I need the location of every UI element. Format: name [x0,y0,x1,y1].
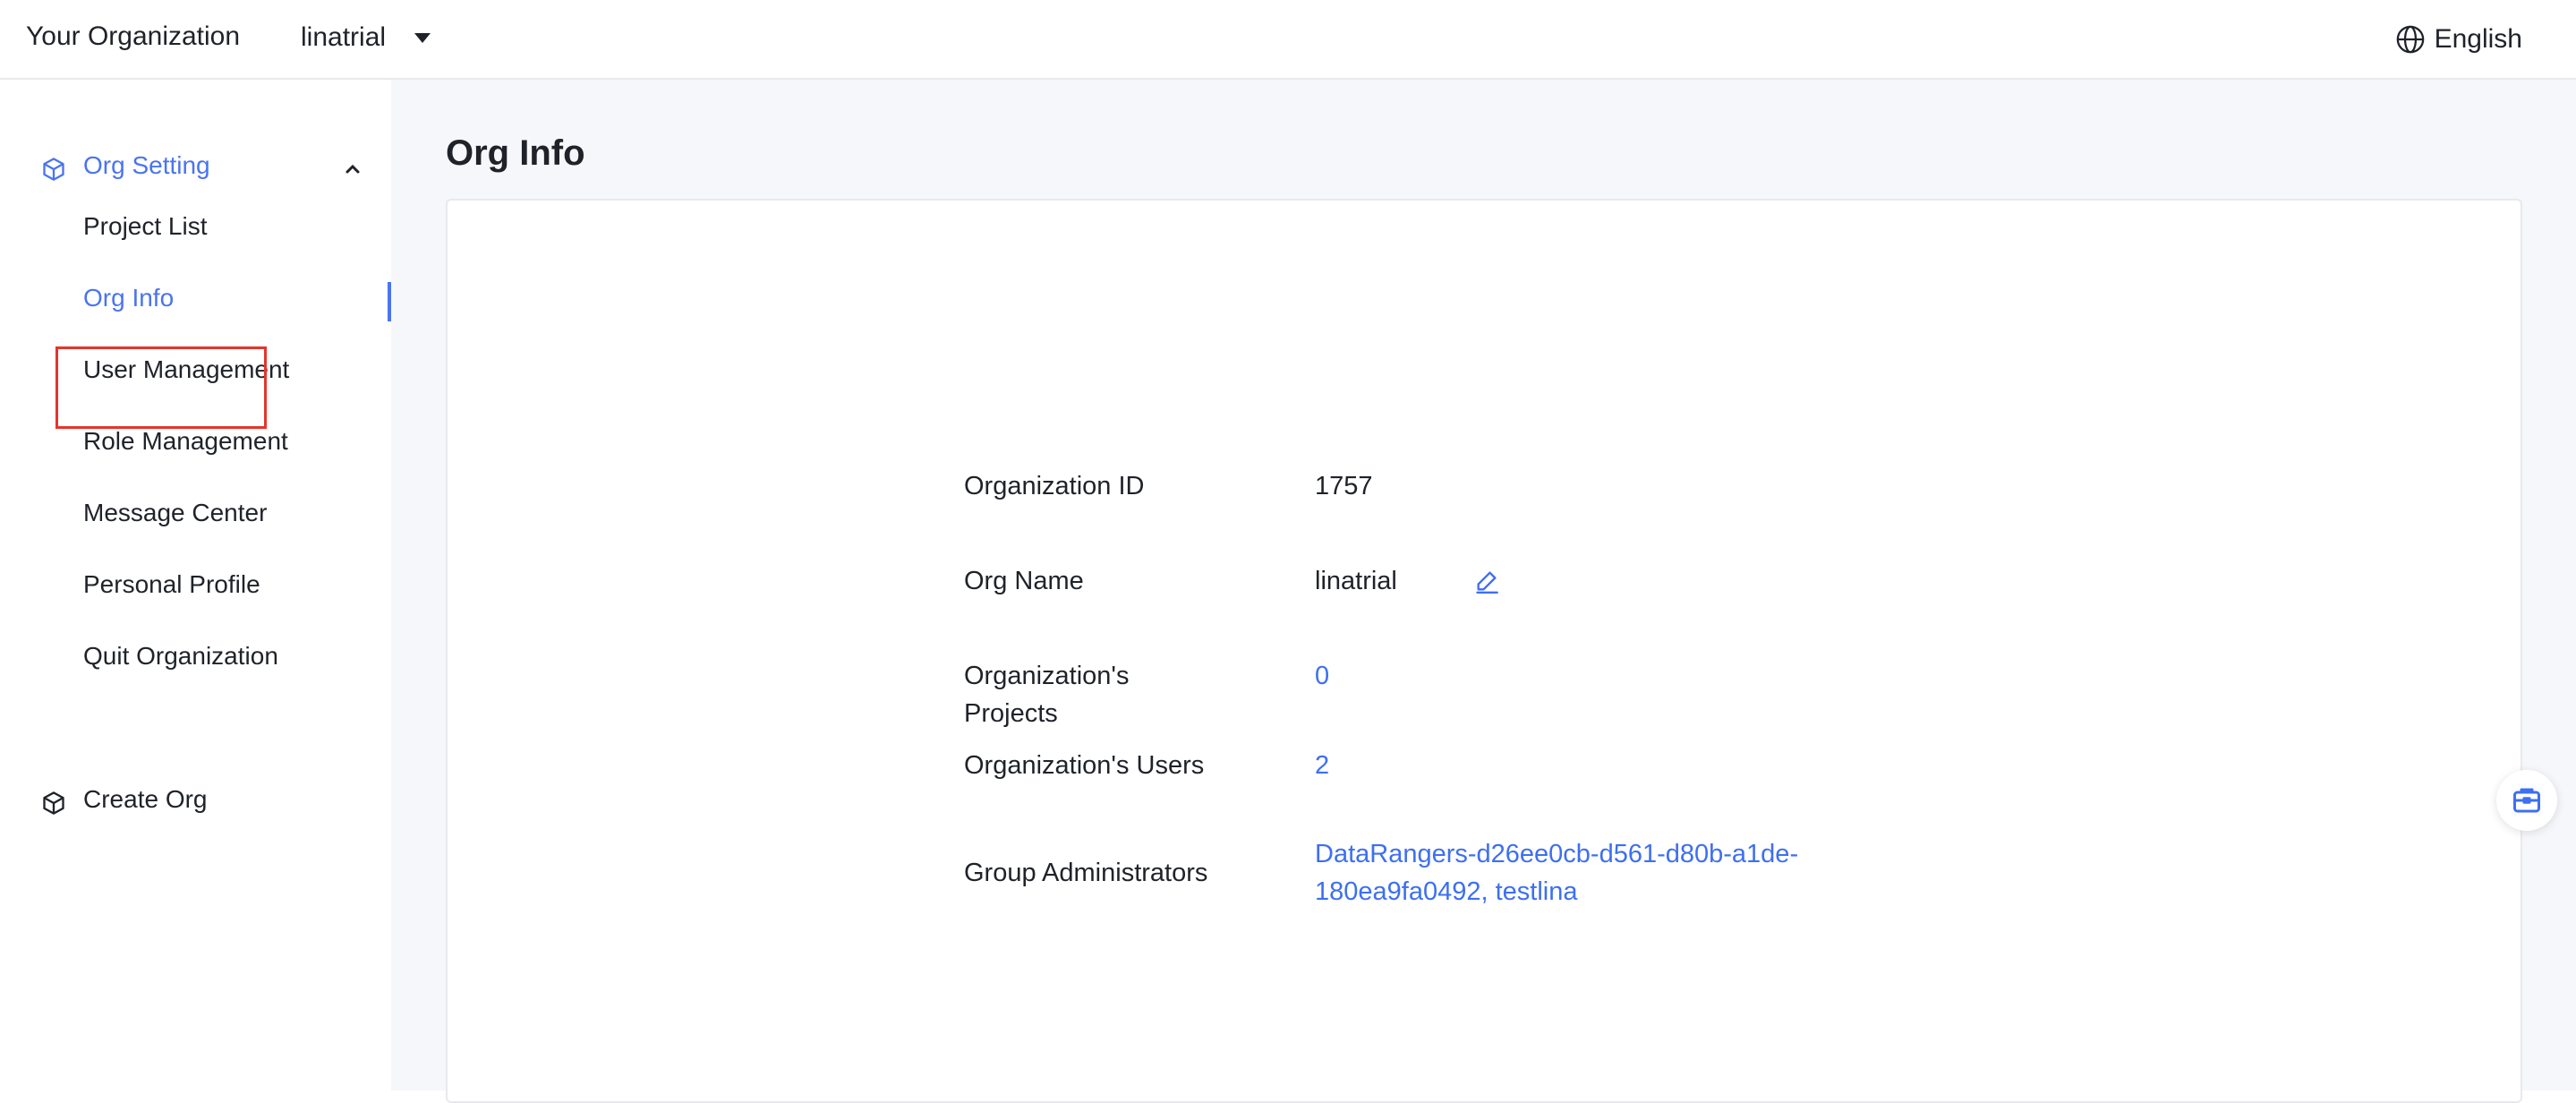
language-selector[interactable]: English [2395,20,2522,59]
sidebar-item-quit-organization[interactable]: Quit Organization [0,624,391,696]
org-info-card: Organization ID 1757 Org Name linatrial … [446,199,2522,1103]
sidebar-item-personal-profile[interactable]: Personal Profile [0,552,391,624]
users-count-link[interactable]: 2 [1315,747,1329,784]
org-name-value: linatrial [1315,567,1397,595]
admins-label: Group Administrators [964,859,1208,887]
sidebar-item-message-center[interactable]: Message Center [0,481,391,552]
sidebar-item-label: Quit Organization [83,642,278,670]
create-org-label: Create Org [83,785,208,813]
top-bar: Your Organization linatrial English [0,0,2576,80]
sidebar-item-label: Role Management [83,427,288,455]
org-title: Your Organization [26,21,241,51]
language-label: English [2434,24,2522,54]
globe-icon [2396,25,2424,54]
page-title: Org Info [446,133,585,173]
main-content: Org Info Organization ID 1757 Org Name l… [391,80,2576,1103]
admins-value-line2[interactable]: 180ea9fa0492, testlina [1315,873,1577,911]
sidebar-item-label: Personal Profile [83,570,260,598]
sidebar-item-label: Message Center [83,499,268,526]
sidebar-item-label: User Management [83,355,290,383]
sidebar-group-label: Org Setting [83,151,210,179]
floating-toolbox-button[interactable] [2496,770,2557,831]
cube-icon [43,791,64,815]
org-id-label: Organization ID [964,472,1145,500]
org-selector-label: linatrial [301,22,387,52]
sidebar-item-label: Project List [83,212,208,240]
cube-icon [43,158,64,181]
org-name-label: Org Name [964,567,1084,595]
projects-label-line1: Organization's [964,662,1130,690]
org-id-value: 1757 [1315,472,1373,500]
caret-down-icon [414,32,431,43]
sidebar-item-org-info[interactable]: Org Info [0,266,391,338]
sidebar-item-role-management[interactable]: Role Management [0,409,391,481]
admins-value-line1[interactable]: DataRangers-d26ee0cb-d561-d80b-a1de- [1315,835,1798,873]
projects-label-line2: Projects [964,699,1058,728]
sidebar-item-label: Org Info [83,284,175,312]
sidebar-item-user-management[interactable]: User Management [0,338,391,409]
edit-icon[interactable] [1474,569,1499,594]
chevron-up-icon [345,164,360,174]
toolbox-icon [2513,788,2540,813]
sidebar: Org Setting Project List Org Info User M… [0,80,391,1090]
org-selector[interactable]: linatrial [301,18,431,57]
sidebar-item-create-org[interactable]: Create Org [0,767,391,839]
users-label: Organization's Users [964,751,1205,780]
projects-count-link[interactable]: 0 [1315,657,1329,695]
sidebar-item-project-list[interactable]: Project List [0,194,391,266]
